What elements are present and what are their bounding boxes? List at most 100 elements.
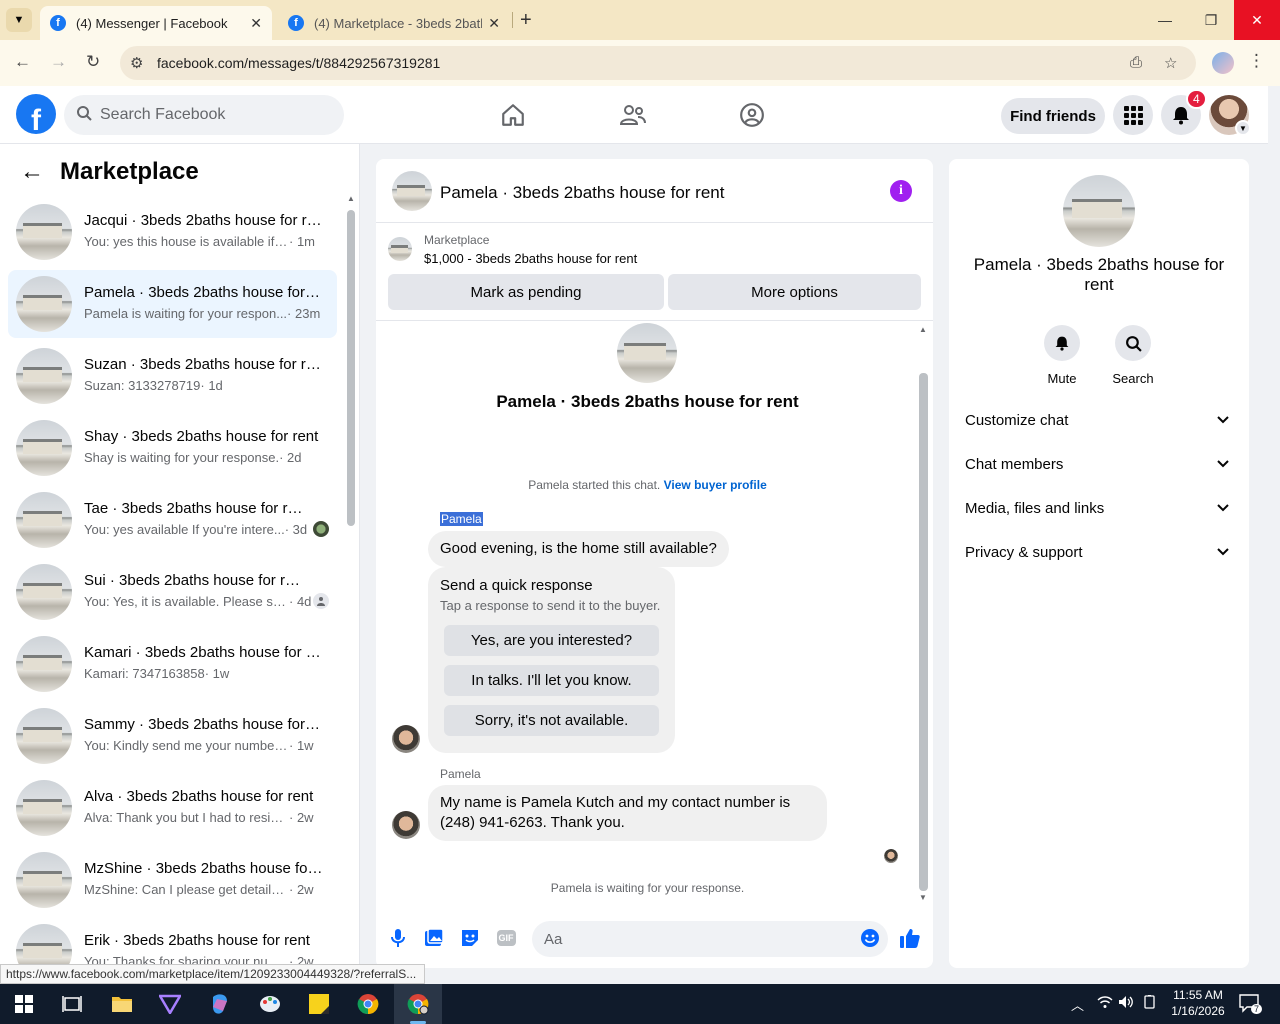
copilot-icon[interactable] (208, 992, 232, 1016)
conversation-item[interactable]: MzShine · 3beds 2baths house for rent Mz… (8, 846, 337, 914)
tray-overflow-icon[interactable]: ︿ (1071, 995, 1084, 1014)
conversation-time: · 1d (200, 378, 223, 393)
close-tab-icon[interactable]: ✕ (488, 15, 500, 32)
address-bar[interactable]: ⚙ facebook.com/messages/t/88429256731928… (120, 46, 1196, 80)
microphone-icon[interactable] (387, 927, 409, 949)
quick-response-in-talks-button[interactable]: In talks. I'll let you know. (444, 665, 659, 696)
chrome-profile-icon[interactable] (406, 992, 430, 1016)
windows-taskbar: ︿ 11:55 AM 1/16/2026 7 (0, 984, 1280, 1024)
chat-scrollbar[interactable] (919, 373, 928, 891)
more-options-button[interactable]: More options (668, 274, 921, 310)
listing-thumbnail[interactable] (388, 237, 412, 261)
chat-title[interactable]: Pamela · 3beds 2baths house for rent (440, 183, 724, 203)
task-view-icon[interactable] (60, 992, 84, 1016)
scroll-up-arrow-icon[interactable]: ▲ (919, 325, 927, 334)
listing-description[interactable]: $1,000 - 3beds 2baths house for rent (424, 251, 637, 266)
view-buyer-profile-link[interactable]: View buyer profile (664, 478, 767, 492)
listing-thumbnail (16, 276, 72, 332)
paint-icon[interactable] (258, 992, 282, 1016)
chrome-icon[interactable] (356, 992, 380, 1016)
conversation-item[interactable]: Sui · 3beds 2baths house for rent You: Y… (8, 558, 337, 626)
find-friends-button[interactable]: Find friends (1001, 98, 1105, 134)
conversation-item[interactable]: Alva · 3beds 2baths house for rent Alva:… (8, 774, 337, 842)
back-arrow-icon[interactable]: ← (20, 158, 44, 186)
conversation-item[interactable]: Tae · 3beds 2baths house for rent You: y… (8, 486, 337, 554)
bookmark-star-icon[interactable]: ☆ (1164, 54, 1177, 72)
battery-icon[interactable] (1142, 995, 1158, 1012)
customize-chat-row[interactable]: Customize chat (965, 402, 1233, 438)
search-input[interactable] (100, 106, 320, 124)
sticker-icon[interactable] (459, 927, 481, 949)
tab-messenger[interactable]: f (4) Messenger | Facebook ✕ (40, 6, 272, 40)
media-files-links-row[interactable]: Media, files and links (965, 490, 1233, 526)
privacy-support-row[interactable]: Privacy & support (965, 534, 1233, 570)
message-bubble: Good evening, is the home still availabl… (428, 531, 729, 567)
back-arrow-icon[interactable]: ← (14, 52, 31, 72)
conversation-item[interactable]: Sammy · 3beds 2baths house for rent You:… (8, 702, 337, 770)
row-label: Chat members (965, 455, 1064, 473)
taskbar-clock[interactable]: 11:55 AM 1/16/2026 (1163, 987, 1233, 1019)
groups-icon[interactable] (737, 100, 767, 130)
seen-avatar (313, 521, 329, 537)
wifi-icon[interactable] (1097, 995, 1113, 1012)
conversation-item[interactable]: Jacqui · 3beds 2baths house for rent You… (8, 198, 337, 266)
conversation-name: Sammy · 3beds 2baths house for rent (84, 716, 324, 733)
tab-search-button[interactable]: ▼ (6, 8, 32, 32)
conversation-item[interactable]: Suzan · 3beds 2baths house for rent Suza… (8, 342, 337, 410)
sender-avatar[interactable] (392, 725, 420, 753)
home-icon[interactable] (498, 100, 528, 130)
conversation-item-active[interactable]: Pamela · 3beds 2baths house for rent Pam… (8, 270, 337, 338)
message-composer: GIF (376, 917, 933, 968)
message-input[interactable] (532, 921, 888, 957)
scroll-down-arrow-icon[interactable]: ▼ (919, 893, 927, 902)
mute-label: Mute (1047, 371, 1077, 386)
minimize-button[interactable]: — (1142, 0, 1188, 40)
browser-menu-icon[interactable]: ⋮ (1248, 51, 1265, 71)
conversation-item[interactable]: Kamari · 3beds 2baths house for rent Kam… (8, 630, 337, 698)
tab-marketplace[interactable]: f (4) Marketplace - 3beds 2baths ✕ (278, 6, 510, 40)
photo-icon[interactable] (423, 927, 445, 949)
restore-button[interactable]: ❐ (1188, 0, 1234, 40)
sidebar-scrollbar[interactable] (347, 210, 355, 526)
chat-members-row[interactable]: Chat members (965, 446, 1233, 482)
search-button[interactable]: Search (1103, 325, 1163, 386)
thumbs-up-icon[interactable] (899, 927, 921, 949)
close-window-button[interactable]: ✕ (1234, 0, 1280, 40)
mark-as-pending-button[interactable]: Mark as pending (388, 274, 664, 310)
chevron-down-icon[interactable]: ▼ (1235, 120, 1251, 136)
forward-arrow-icon[interactable]: → (50, 52, 67, 72)
proton-vpn-icon[interactable] (158, 992, 182, 1016)
chevron-down-icon: ▼ (13, 14, 25, 26)
conversation-preview: You: yes this house is available if y... (84, 234, 289, 249)
emoji-icon[interactable] (859, 927, 881, 949)
volume-icon[interactable] (1118, 995, 1134, 1012)
facebook-logo-icon[interactable]: f (16, 94, 56, 134)
reload-icon[interactable]: ↻ (86, 52, 100, 72)
quick-response-yes-button[interactable]: Yes, are you interested? (444, 625, 659, 656)
search-box[interactable] (64, 95, 344, 135)
page-scrollbar[interactable] (1268, 86, 1280, 984)
mute-button[interactable]: Mute (1032, 325, 1092, 386)
info-icon[interactable]: i (890, 180, 912, 202)
friends-icon[interactable] (618, 100, 648, 130)
scroll-up-arrow-icon[interactable]: ▲ (347, 194, 355, 203)
chat-thumbnail[interactable] (392, 171, 432, 211)
sender-avatar[interactable] (392, 811, 420, 839)
browser-tab-strip: ▼ f (4) Messenger | Facebook ✕ f (4) Mar… (0, 0, 1280, 40)
conversation-time: · 2w (289, 810, 314, 825)
file-explorer-icon[interactable] (110, 992, 134, 1016)
install-app-icon[interactable]: ⎙ (1130, 54, 1142, 71)
close-tab-icon[interactable]: ✕ (250, 15, 262, 32)
message-bubble: My name is Pamela Kutch and my contact n… (428, 785, 827, 841)
conversation-item[interactable]: Shay · 3beds 2baths house for rent Shay … (8, 414, 337, 482)
facebook-favicon-icon: f (50, 15, 66, 31)
gif-icon[interactable]: GIF (495, 927, 517, 949)
new-tab-button[interactable]: + (520, 9, 532, 32)
site-settings-icon[interactable]: ⚙ (130, 54, 143, 72)
quick-response-not-available-button[interactable]: Sorry, it's not available. (444, 705, 659, 736)
menu-grid-button[interactable] (1113, 95, 1153, 135)
browser-profile-icon[interactable] (1212, 52, 1234, 74)
windows-start-icon[interactable] (12, 992, 36, 1016)
conversation-preview: Pamela is waiting for your respon... (84, 306, 288, 321)
sticky-notes-icon[interactable] (307, 992, 331, 1016)
